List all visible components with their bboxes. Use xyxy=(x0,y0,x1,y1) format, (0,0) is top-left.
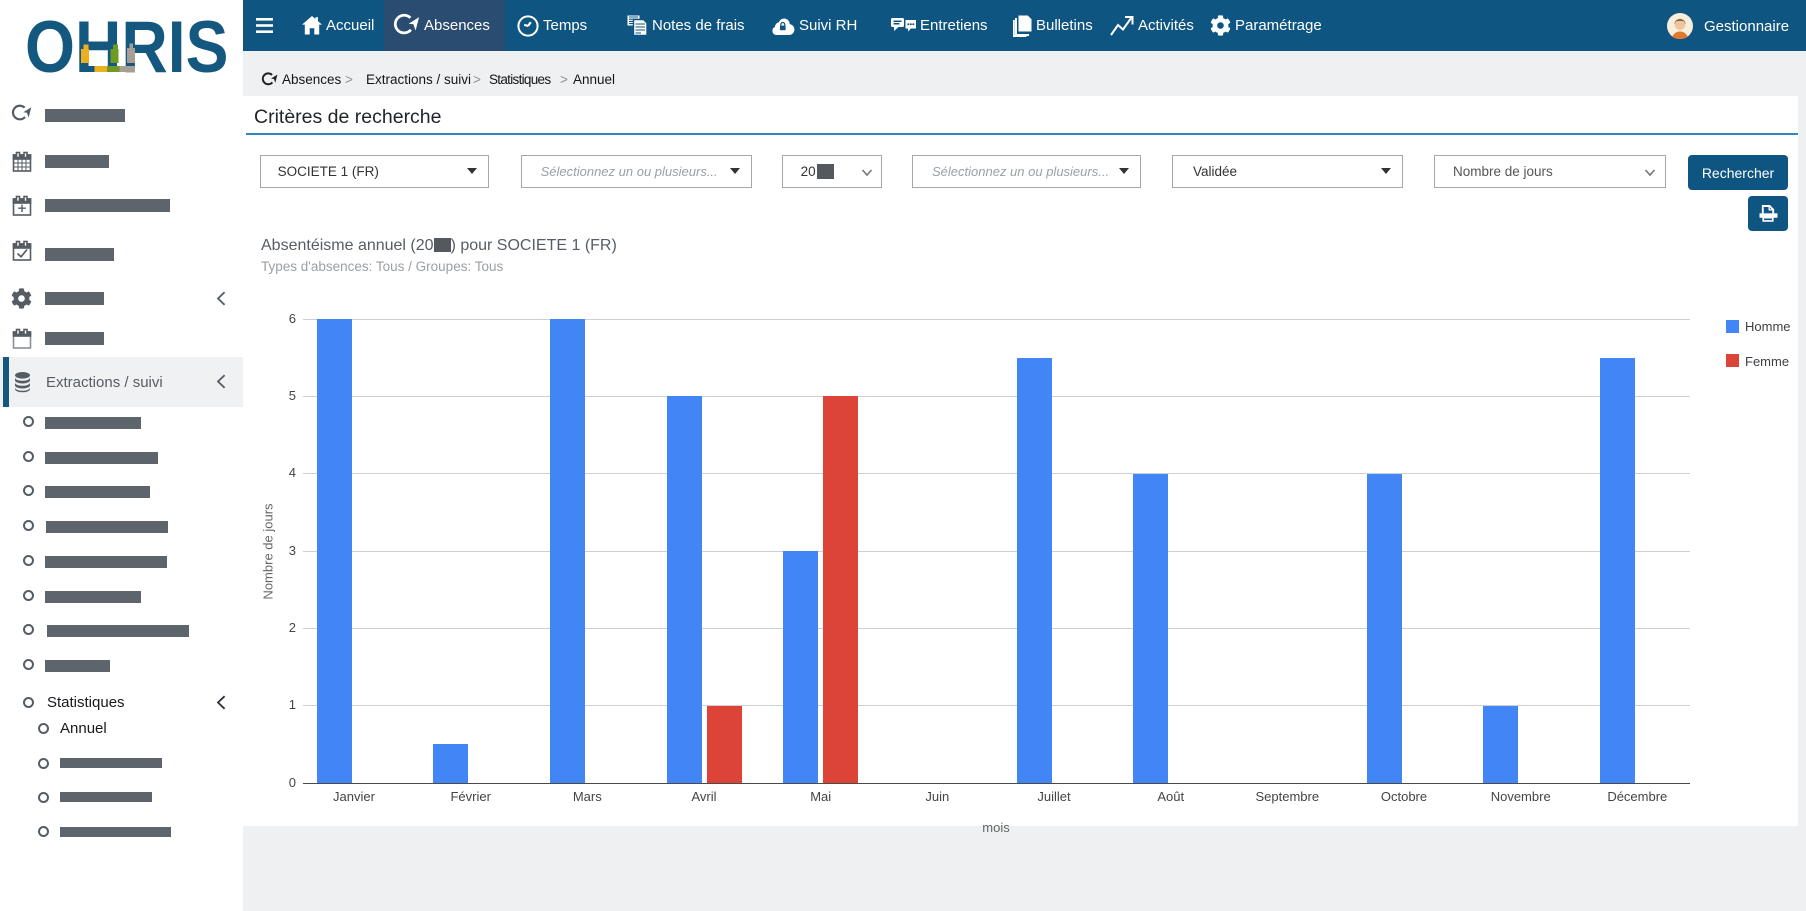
svg-text:OHRIS: OHRIS xyxy=(25,6,228,88)
